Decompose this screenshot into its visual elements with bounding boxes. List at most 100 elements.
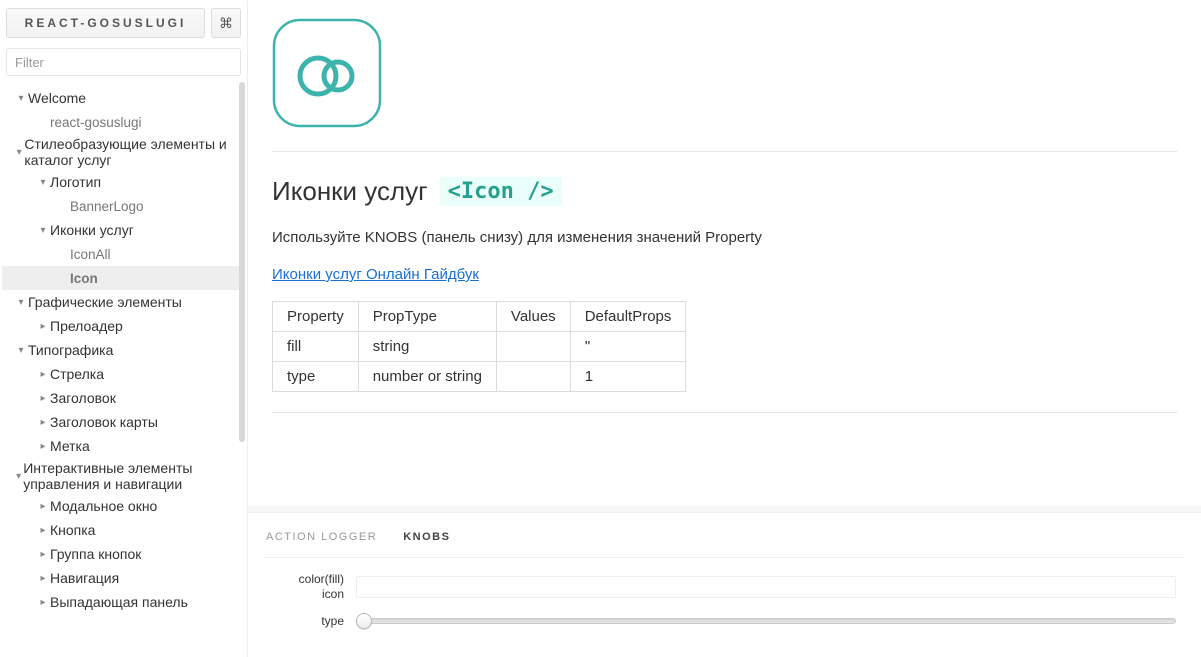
tree-node[interactable]: Welcome xyxy=(2,86,245,110)
tree-node[interactable]: BannerLogo xyxy=(2,194,245,218)
tree-node[interactable]: react-gosuslugi xyxy=(2,110,245,134)
knob-slider-type[interactable] xyxy=(356,611,1176,631)
sidebar-header: REACT-GOSUSLUGI ⌘ xyxy=(0,0,247,44)
tree-node-label: Иконки услуг xyxy=(50,222,134,238)
table-row: fillstring '' xyxy=(273,332,686,362)
knob-label-type: type xyxy=(264,614,344,628)
tree-node[interactable]: Стилеобразующие элементы и каталог услуг xyxy=(2,134,245,170)
chevron-right-icon xyxy=(36,393,50,404)
tree-node[interactable]: Навигация xyxy=(2,566,245,590)
knob-input-color[interactable] xyxy=(356,576,1176,598)
panel-tabs: ACTION LOGGER KNOBS xyxy=(264,525,1185,558)
chevron-down-icon xyxy=(14,147,24,158)
props-table: Property PropType Values DefaultProps fi… xyxy=(272,301,686,392)
divider xyxy=(272,151,1177,152)
description: Используйте KNOBS (панель снизу) для изм… xyxy=(272,229,1177,246)
slider-track xyxy=(356,618,1176,624)
chevron-down-icon xyxy=(14,297,28,308)
table-cell: string xyxy=(358,332,496,362)
tree-node-label: Выпадающая панель xyxy=(50,594,188,610)
tree-node-label: Метка xyxy=(50,438,90,454)
tree-node[interactable]: Кнопка xyxy=(2,518,245,542)
tree-node-label: Icon xyxy=(70,271,98,286)
tree-node-label: Модальное окно xyxy=(50,498,157,514)
scrollbar-track[interactable] xyxy=(237,82,247,657)
tree-node-label: Кнопка xyxy=(50,522,95,538)
tree-node-label: Навигация xyxy=(50,570,119,586)
th-values: Values xyxy=(496,302,570,332)
tree-node[interactable]: Интерактивные элементы управления и нави… xyxy=(2,458,245,494)
table-cell xyxy=(496,332,570,362)
sidebar: REACT-GOSUSLUGI ⌘ Welcome react-gosuslugi… xyxy=(0,0,248,657)
chevron-right-icon xyxy=(36,441,50,452)
main: Иконки услуг <Icon /> Используйте KNOBS … xyxy=(248,0,1201,657)
chevron-right-icon xyxy=(36,549,50,560)
scrollbar-thumb[interactable] xyxy=(239,82,245,442)
tree-node-label: Группа кнопок xyxy=(50,546,141,562)
chevron-down-icon xyxy=(14,93,28,104)
table-cell: number or string xyxy=(358,362,496,392)
preview-pane: Иконки услуг <Icon /> Используйте KNOBS … xyxy=(248,0,1201,512)
tree-node[interactable]: Заголовок карты xyxy=(2,410,245,434)
page-title: Иконки услуг <Icon /> xyxy=(272,176,1177,207)
tree-node[interactable]: Заголовок xyxy=(2,386,245,410)
tree-node-label: BannerLogo xyxy=(70,199,144,214)
panel-tab[interactable]: KNOBS xyxy=(403,531,450,543)
tree-node[interactable]: IconAll xyxy=(2,242,245,266)
table-cell: type xyxy=(273,362,359,392)
chevron-down-icon xyxy=(14,471,23,482)
tree-node-label: Заголовок карты xyxy=(50,414,158,430)
app-root: REACT-GOSUSLUGI ⌘ Welcome react-gosuslugi… xyxy=(0,0,1201,657)
tree-node[interactable]: Типографика xyxy=(2,338,245,362)
chevron-right-icon xyxy=(36,501,50,512)
component-tag: <Icon /> xyxy=(440,177,562,206)
tree-node[interactable]: Icon xyxy=(2,266,245,290)
slider-thumb[interactable] xyxy=(356,613,372,629)
table-row: typenumber or string1 xyxy=(273,362,686,392)
filter-input[interactable] xyxy=(6,48,241,76)
panel-tab[interactable]: ACTION LOGGER xyxy=(266,531,377,543)
chevron-right-icon xyxy=(36,321,50,332)
th-property: Property xyxy=(273,302,359,332)
chevron-down-icon xyxy=(14,345,28,356)
tree-node-label: Прелоадер xyxy=(50,318,123,334)
shortcut-button[interactable]: ⌘ xyxy=(211,8,241,38)
tree-node[interactable]: Выпадающая панель xyxy=(2,590,245,614)
divider xyxy=(272,412,1177,413)
tree-node[interactable]: Метка xyxy=(2,434,245,458)
chevron-right-icon xyxy=(36,417,50,428)
tree-node[interactable]: Иконки услуг xyxy=(2,218,245,242)
tree-node[interactable]: Модальное окно xyxy=(2,494,245,518)
addons-panel: ACTION LOGGER KNOBS color(fill) icon type xyxy=(248,512,1201,657)
tree-node-label: Интерактивные элементы управления и нави… xyxy=(23,460,241,492)
tree-node-label: Типографика xyxy=(28,342,113,358)
table-cell: '' xyxy=(570,332,686,362)
tree-node-label: Welcome xyxy=(28,90,86,106)
knob-row-color: color(fill) icon xyxy=(264,572,1185,601)
knob-row-type: type xyxy=(264,611,1185,631)
tree-node-label: react-gosuslugi xyxy=(50,115,142,130)
tree-node[interactable]: Прелоадер xyxy=(2,314,245,338)
rings-icon xyxy=(272,18,382,128)
brand-button[interactable]: REACT-GOSUSLUGI xyxy=(6,8,205,38)
tree-node-label: Стилеобразующие элементы и каталог услуг xyxy=(24,136,241,168)
chevron-right-icon xyxy=(36,369,50,380)
sidebar-tree[interactable]: Welcome react-gosuslugi Стилеобразующие эл… xyxy=(0,82,247,657)
tree-node-label: Заголовок xyxy=(50,390,116,406)
page-title-text: Иконки услуг xyxy=(272,176,428,207)
chevron-right-icon xyxy=(36,573,50,584)
table-cell: fill xyxy=(273,332,359,362)
table-cell xyxy=(496,362,570,392)
tree-node[interactable]: Логотип xyxy=(2,170,245,194)
tree-node-label: IconAll xyxy=(70,247,111,262)
tree-node-label: Логотип xyxy=(50,174,101,190)
doc-link[interactable]: Иконки услуг Онлайн Гайдбук xyxy=(272,266,479,283)
tree-node[interactable]: Стрелка xyxy=(2,362,245,386)
tree-node-label: Стрелка xyxy=(50,366,104,382)
th-defaultprops: DefaultProps xyxy=(570,302,686,332)
chevron-right-icon xyxy=(36,525,50,536)
chevron-down-icon xyxy=(36,225,50,236)
tree-node-label: Графические элементы xyxy=(28,294,182,310)
tree-node[interactable]: Группа кнопок xyxy=(2,542,245,566)
tree-node[interactable]: Графические элементы xyxy=(2,290,245,314)
